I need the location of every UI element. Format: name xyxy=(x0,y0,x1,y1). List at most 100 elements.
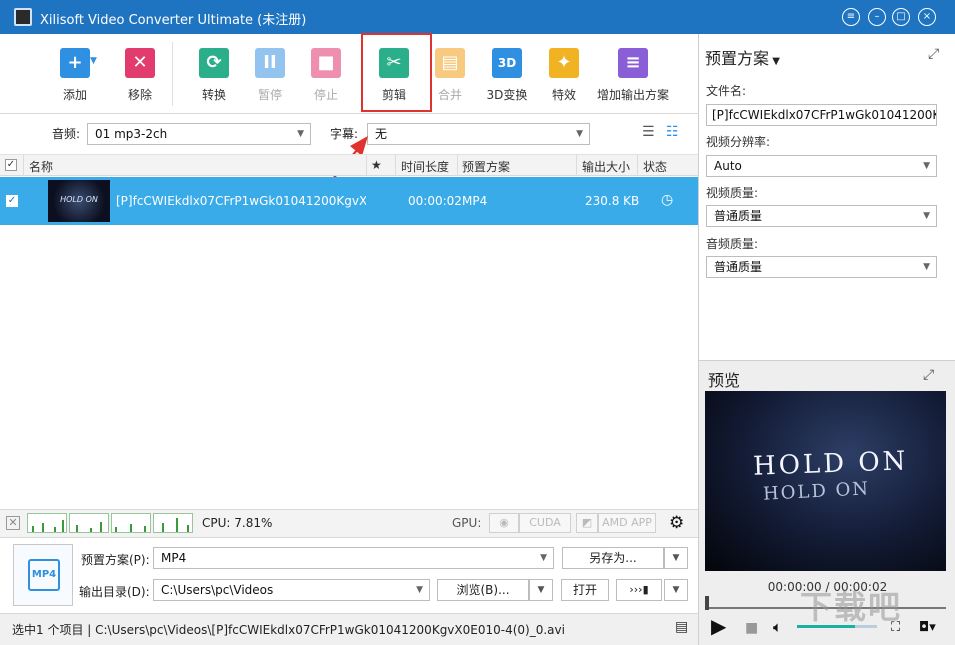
remove-label: 移除 xyxy=(127,88,152,102)
column-divider xyxy=(637,155,638,176)
file-duration: 00:00:02 xyxy=(408,194,462,208)
browse-button[interactable]: 浏览(B)... xyxy=(437,579,529,601)
log-icon[interactable]: ▤ xyxy=(675,619,688,635)
close-icon[interactable]: × xyxy=(918,8,936,26)
amd-icon: ◩ xyxy=(576,513,598,533)
file-list-area xyxy=(0,225,698,509)
popout-icon[interactable]: ⤢ xyxy=(928,46,939,62)
table-row[interactable]: ✓ HOLD ON [P]fcCWIEkdlx07CFrP1wGk0104120… xyxy=(0,177,698,225)
output-dir-label: 输出目录(D): xyxy=(79,585,150,599)
save-as-dropdown[interactable]: ▼ xyxy=(664,547,688,569)
maximize-icon[interactable]: □ xyxy=(892,8,910,26)
column-duration[interactable]: 时间长度 xyxy=(401,158,449,175)
column-divider xyxy=(576,155,577,176)
chevron-down-icon: ▼ xyxy=(576,129,583,139)
chevron-down-icon: ▼ xyxy=(769,56,780,67)
video-preview[interactable]: HOLD ON HOLD ON xyxy=(705,391,946,571)
file-size: 230.8 KB xyxy=(585,194,640,208)
row-checkbox[interactable]: ✓ xyxy=(6,195,18,207)
video-quality-value: 普通质量 xyxy=(714,209,763,223)
volume-icon[interactable]: 🔈︎ xyxy=(773,615,782,639)
file-list-header: ✓ 名称 ★ 时间长度 预置方案 输出大小 状态 xyxy=(0,154,698,176)
column-name[interactable]: 名称 xyxy=(29,158,53,175)
merge-button[interactable]: ▤ 合并 xyxy=(432,48,468,103)
amd-app-button[interactable]: AMD APP xyxy=(598,513,656,533)
save-as-button[interactable]: 另存为... xyxy=(562,547,664,569)
list-view-icon[interactable]: ☰ xyxy=(642,124,655,140)
filename-input[interactable]: [P]fcCWIEkdlx07CFrP1wGk01041200Kg xyxy=(706,104,937,126)
cpu-graph xyxy=(153,513,193,533)
mp4-format-icon: MP4 xyxy=(28,559,60,591)
add-profile-button[interactable]: ≡ 增加输出方案 xyxy=(596,48,670,103)
cuda-button[interactable]: CUDA xyxy=(519,513,571,533)
audio-value: 01 mp3-2ch xyxy=(95,127,168,141)
popout-icon[interactable]: ⤢ xyxy=(923,367,934,383)
preview-title: 预览 xyxy=(708,371,741,390)
3d-label: 3D变换 xyxy=(486,88,528,102)
format-badge[interactable]: MP4 xyxy=(13,544,73,606)
convert-icon: ⟳ xyxy=(199,48,229,78)
chevron-down-icon: ▼ xyxy=(540,553,547,563)
toolbar-divider xyxy=(172,42,173,106)
chevron-down-icon[interactable]: ▼ xyxy=(90,56,97,66)
column-profile[interactable]: 预置方案 xyxy=(462,158,510,175)
transfer-icon[interactable]: ›››▮ xyxy=(616,579,662,601)
chevron-down-icon: ▼ xyxy=(416,585,423,595)
video-thumbnail: HOLD ON xyxy=(48,180,110,222)
stop-icon[interactable]: ■ xyxy=(745,616,758,640)
menu-icon[interactable]: ≡ xyxy=(842,8,860,26)
pause-icon: II xyxy=(255,48,285,78)
convert-button[interactable]: ⟳ 转换 xyxy=(196,48,232,103)
column-status[interactable]: 状态 xyxy=(643,158,667,175)
seek-handle[interactable] xyxy=(705,596,709,610)
cpu-graph xyxy=(111,513,151,533)
audio-quality-label: 音频质量: xyxy=(706,237,759,251)
subtitle-select[interactable]: 无 ▼ xyxy=(367,123,590,145)
audio-label: 音频: xyxy=(52,127,81,141)
profile-settings-title[interactable]: 预置方案 ▼ xyxy=(705,45,780,69)
pause-label: 暂停 xyxy=(257,88,282,102)
3d-icon: 3D xyxy=(492,48,522,78)
video-frame-text: HOLD ON xyxy=(752,446,909,482)
add-icon: + xyxy=(60,48,90,78)
output-dir-select[interactable]: C:\Users\pc\Videos ▼ xyxy=(153,579,430,601)
open-button[interactable]: 打开 xyxy=(561,579,609,601)
chevron-down-icon: ▼ xyxy=(923,211,930,221)
pause-button[interactable]: II 暂停 xyxy=(252,48,288,103)
transfer-dropdown[interactable]: ▼ xyxy=(664,579,688,601)
clock-icon: ◷ xyxy=(661,192,674,208)
merge-icon: ▤ xyxy=(435,48,465,78)
detail-view-icon[interactable]: ☷ xyxy=(666,124,679,140)
cpu-graph xyxy=(27,513,67,533)
profile-value: MP4 xyxy=(161,551,187,565)
profile-select[interactable]: MP4 ▼ xyxy=(153,547,554,569)
3d-button[interactable]: 3D 3D变换 xyxy=(486,48,528,103)
video-quality-select[interactable]: 普通质量 ▼ xyxy=(706,205,937,227)
column-divider xyxy=(395,155,396,176)
window-title: Xilisoft Video Converter Ultimate (未注册) xyxy=(40,13,307,28)
effects-label: 特效 xyxy=(551,88,576,102)
remove-button[interactable]: ✕ 移除 xyxy=(122,48,158,103)
column-size[interactable]: 输出大小 xyxy=(582,158,630,175)
effects-button[interactable]: ✦ 特效 xyxy=(546,48,582,103)
highlight-box xyxy=(361,33,432,112)
browse-dropdown[interactable]: ▼ xyxy=(529,579,553,601)
gear-icon[interactable]: ⚙ xyxy=(669,513,684,533)
title-bar: Xilisoft Video Converter Ultimate (未注册) … xyxy=(0,0,955,34)
play-icon[interactable]: ▶ xyxy=(711,614,726,638)
stop-button[interactable]: ■ 停止 xyxy=(308,48,344,103)
main-toolbar: + ▼ 添加 ✕ 移除 ⟳ 转换 II 暂停 ■ 停止 ✂ 剪辑 ▤ 合并 3D … xyxy=(0,34,698,114)
file-profile[interactable]: MP4 xyxy=(462,194,487,208)
resolution-select[interactable]: Auto ▼ xyxy=(706,155,937,177)
minimize-icon[interactable]: – xyxy=(868,8,886,26)
column-star[interactable]: ★ xyxy=(371,158,382,172)
camera-icon[interactable]: ◘▾ xyxy=(919,616,936,640)
file-name: [P]fcCWIEkdlx07CFrP1wGk01041200KgvX... xyxy=(116,194,366,208)
add-button[interactable]: + ▼ 添加 xyxy=(52,48,98,103)
right-panel: 预置方案 ▼ ⤢ 文件名: [P]fcCWIEkdlx07CFrP1wGk010… xyxy=(698,34,955,645)
collapse-icon[interactable]: ✕ xyxy=(6,516,20,530)
effects-icon: ✦ xyxy=(549,48,579,78)
audio-quality-select[interactable]: 普通质量 ▼ xyxy=(706,256,937,278)
column-divider xyxy=(457,155,458,176)
select-all-checkbox[interactable]: ✓ xyxy=(5,159,17,171)
